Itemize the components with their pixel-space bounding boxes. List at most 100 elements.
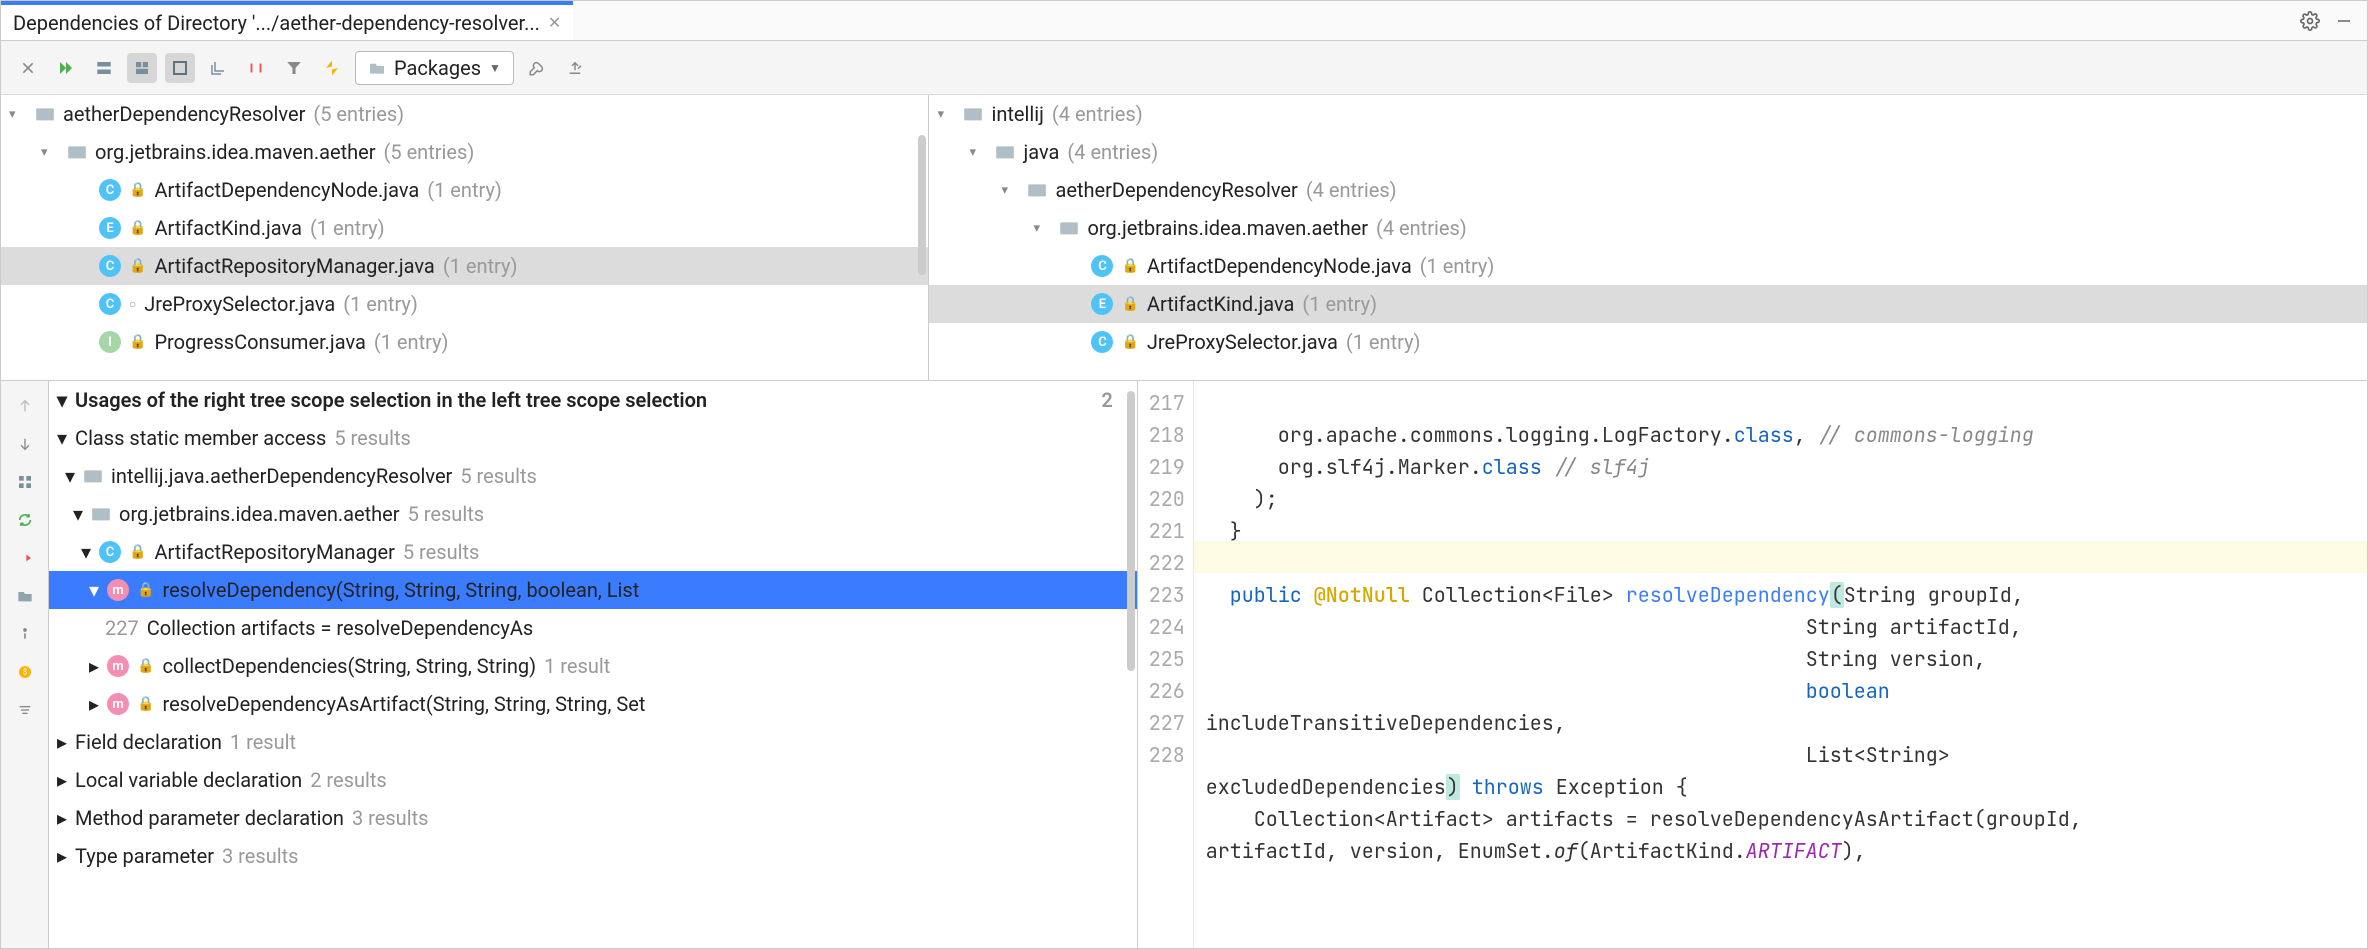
arrow-right-red-icon[interactable] <box>10 543 40 573</box>
code-preview: 217218219220221222223224225226227228 org… <box>1138 381 2367 948</box>
close-analysis-icon[interactable] <box>13 53 43 83</box>
usage-item[interactable]: ▾m🔒resolveDependency(String, String, Str… <box>49 571 1137 609</box>
tree-item-label: ArtifactKind.java <box>154 216 302 240</box>
usage-item[interactable]: ▸m🔒resolveDependencyAsArtifact(String, S… <box>49 685 1137 723</box>
settings-filter-icon[interactable] <box>10 695 40 725</box>
chevron-icon: ▸ <box>57 844 67 868</box>
close-icon[interactable]: ✕ <box>548 13 561 32</box>
chevron-icon: ▾ <box>9 107 27 122</box>
chevron-icon: ▸ <box>57 768 67 792</box>
tree-item[interactable]: ▾ org.jetbrains.idea.maven.aether (5 entr… <box>1 133 928 171</box>
right-tree[interactable]: ▾intellij (4 entries)▾java (4 entries)▾a… <box>929 95 2367 380</box>
arrow-up-icon[interactable] <box>10 391 40 421</box>
usage-item[interactable]: ▾Class static member access 5 results <box>49 419 1137 457</box>
wrench-icon[interactable] <box>522 53 552 83</box>
code-body[interactable]: org.apache.commons.logging.LogFactory.cl… <box>1194 381 2367 948</box>
usage-item[interactable]: ▸ Method parameter declaration 3 results <box>49 799 1137 837</box>
usage-item[interactable]: ▸Field declaration 1 result <box>49 723 1137 761</box>
tree-item[interactable]: C○JreProxySelector.java (1 entry) <box>1 285 928 323</box>
layout-icon[interactable] <box>10 467 40 497</box>
chevron-icon: ▸ <box>57 806 67 830</box>
tree-item[interactable]: C🔒ArtifactRepositoryManager.java (1 entr… <box>1 247 928 285</box>
usage-item[interactable]: ▾C🔒ArtifactRepositoryManager 5 results <box>49 533 1137 571</box>
tab-dependencies[interactable]: Dependencies of Directory '.../aether-de… <box>1 1 573 40</box>
arrow-down-icon[interactable] <box>10 429 40 459</box>
tree-item[interactable]: I🔒ProgressConsumer.java (1 entry) <box>1 323 928 361</box>
tree-item-count: (1 entry) <box>374 330 449 354</box>
tree-item[interactable]: E🔒ArtifactKind.java (1 entry) <box>929 285 2367 323</box>
tree-item[interactable]: ▾aetherDependencyResolver (5 entries) <box>1 95 928 133</box>
usage-item-label: intellij.java.aetherDependencyResolver <box>111 464 452 488</box>
usages-header[interactable]: ▾ Usages of the right tree scope selecti… <box>49 381 1137 419</box>
tree-item-label: ArtifactKind.java <box>1147 292 1295 316</box>
tree-item-label: intellij <box>991 102 1043 126</box>
flatten-modules-icon[interactable] <box>89 53 119 83</box>
usage-item-label: Type parameter <box>75 844 214 868</box>
cycle-green-icon[interactable] <box>10 505 40 535</box>
export-icon[interactable] <box>560 53 590 83</box>
circle-icon: ○ <box>129 297 136 311</box>
usage-item-count: 1 result <box>230 730 296 754</box>
chevron-icon: ▸ <box>89 692 99 716</box>
rerun-icon[interactable] <box>51 53 81 83</box>
tree-item[interactable]: E🔒ArtifactKind.java (1 entry) <box>1 209 928 247</box>
usage-item[interactable]: ▾org.jetbrains.idea.maven.aether 5 resul… <box>49 495 1137 533</box>
filter-icon[interactable] <box>279 53 309 83</box>
usage-item[interactable]: ▸m🔒collectDependencies(String, String, S… <box>49 647 1137 685</box>
left-tree[interactable]: ▾aetherDependencyResolver (5 entries)▾or… <box>1 95 929 380</box>
lock-icon: 🔒 <box>129 334 146 350</box>
tree-item[interactable]: ▾java (4 entries) <box>929 133 2367 171</box>
tree-item-label: aetherDependencyResolver <box>1055 178 1297 202</box>
usage-item-label: Class static member access <box>75 426 326 450</box>
lock-icon: 🔒 <box>1121 334 1138 350</box>
show-illegals-icon[interactable] <box>241 53 271 83</box>
usage-item-label: Method parameter declaration <box>75 806 344 830</box>
usage-item[interactable]: ▸Local variable declaration 2 results <box>49 761 1137 799</box>
scope-dropdown[interactable]: Packages ▼ <box>355 51 514 85</box>
tree-item-label: ArtifactRepositoryManager.java <box>154 254 434 278</box>
chevron-icon: ▾ <box>1001 183 1019 198</box>
tree-item[interactable]: C🔒ArtifactDependencyNode.java (1 entry) <box>1 171 928 209</box>
mark-illegal-icon[interactable] <box>317 53 347 83</box>
usage-item-label: Field declaration <box>75 730 222 754</box>
folder-gear-icon[interactable] <box>10 581 40 611</box>
usage-item-count: 1 result <box>544 654 610 678</box>
chevron-icon: ▾ <box>969 145 987 160</box>
chevron-icon: ▾ <box>937 107 955 122</box>
chevron-icon: ▾ <box>81 540 91 564</box>
tree-item[interactable]: C🔒ArtifactDependencyNode.java (1 entry) <box>929 247 2367 285</box>
show-files-icon[interactable] <box>165 53 195 83</box>
tree-item-count: (5 entries) <box>384 140 475 164</box>
dropdown-label: Packages <box>394 56 481 80</box>
lock-icon: 🔒 <box>129 258 146 274</box>
usages-panel[interactable]: ▾ Usages of the right tree scope selecti… <box>49 381 1138 948</box>
chevron-down-icon: ▼ <box>489 61 501 75</box>
tree-item[interactable]: ▾aetherDependencyResolver (4 entries) <box>929 171 2367 209</box>
tree-item-count: (1 entry) <box>343 292 418 316</box>
gear-icon[interactable] <box>2299 10 2321 32</box>
usage-item[interactable]: ▾intellij.java.aetherDependencyResolver … <box>49 457 1137 495</box>
usage-item[interactable]: 227Collection artifacts = resolveDepende… <box>49 609 1137 647</box>
tree-item[interactable]: ▾org.jetbrains.idea.maven.aether (4 entr… <box>929 209 2367 247</box>
scrollbar[interactable] <box>1127 391 1135 671</box>
usage-item-count: 5 results <box>460 464 536 488</box>
hide-icon[interactable] <box>2333 10 2355 32</box>
info-icon[interactable] <box>10 619 40 649</box>
usage-item-count: 3 results <box>352 806 428 830</box>
chevron-icon: ▾ <box>41 145 59 160</box>
usage-item-count: 3 results <box>222 844 298 868</box>
chevron-icon: ▾ <box>1033 221 1051 236</box>
tree-item-label: ProgressConsumer.java <box>154 330 365 354</box>
group-by-scope-icon[interactable] <box>127 53 157 83</box>
usage-item[interactable]: ▸ Type parameter 3 results <box>49 837 1137 875</box>
lock-icon: 🔒 <box>1121 296 1138 312</box>
tree-item[interactable]: C🔒JreProxySelector.java (1 entry) <box>929 323 2367 361</box>
coin-icon[interactable]: $ <box>10 657 40 687</box>
usage-item-label: Collection artifacts = resolveDependency… <box>147 616 533 640</box>
tree-item-count: (1 entry) <box>310 216 385 240</box>
tree-item[interactable]: ▾intellij (4 entries) <box>929 95 2367 133</box>
tree-item-label: org.jetbrains.idea.maven.aether <box>95 140 376 164</box>
expand-all-icon[interactable] <box>203 53 233 83</box>
tree-item-count: (1 entry) <box>1346 330 1421 354</box>
scrollbar[interactable] <box>918 135 926 275</box>
